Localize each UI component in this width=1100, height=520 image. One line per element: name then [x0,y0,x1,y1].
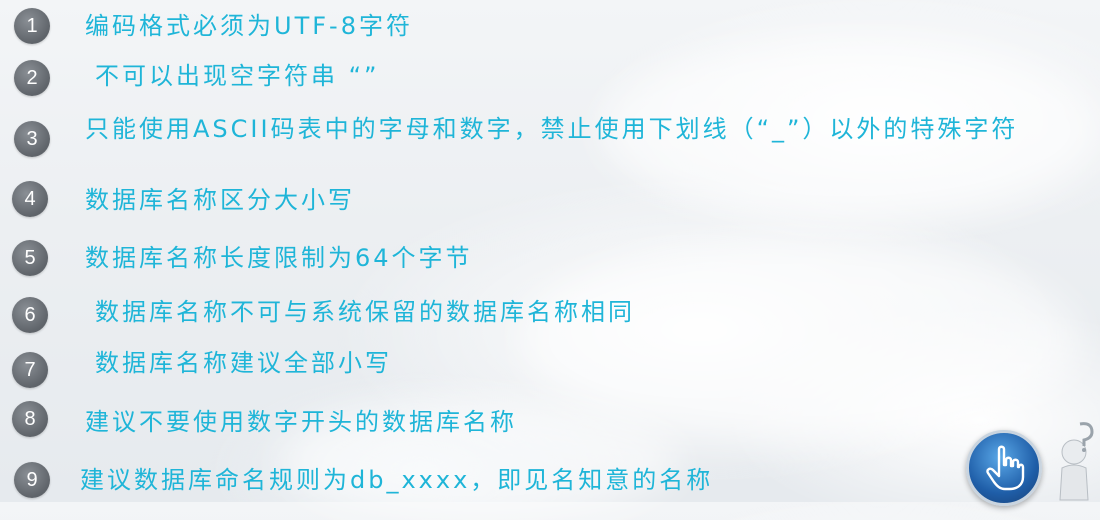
rule-number-badge: 2 [14,60,50,96]
rule-text: 只能使用ASCII码表中的字母和数字，禁止使用下划线（“_”）以外的特殊字符 [85,115,1019,143]
rule-number-badge: 4 [12,181,48,217]
rule-number-badge: 7 [12,352,48,388]
rule-number-badge: 8 [12,401,48,437]
rule-number-badge: 9 [14,462,50,498]
rule-text: 数据库名称不可与系统保留的数据库名称相同 [95,298,635,326]
rule-text: 数据库名称区分大小写 [85,186,355,214]
rule-text: 编码格式必须为UTF-8字符 [85,12,413,40]
rule-text: 建议不要使用数字开头的数据库名称 [85,408,517,436]
rule-text: 数据库名称长度限制为64个字节 [85,244,473,272]
rule-number-badge: 6 [12,297,48,333]
rule-text: 数据库名称建议全部小写 [95,349,392,377]
person-question-icon [1059,422,1094,501]
rule-text: 不可以出现空字符串 “” [95,62,380,90]
rule-text: 建议数据库命名规则为db_xxxx，即见名知意的名称 [80,466,714,494]
rule-number-badge: 3 [14,121,50,157]
hand-pointer-icon [966,430,1042,506]
rule-number-badge: 1 [14,8,50,44]
rule-number-badge: 5 [12,240,48,276]
